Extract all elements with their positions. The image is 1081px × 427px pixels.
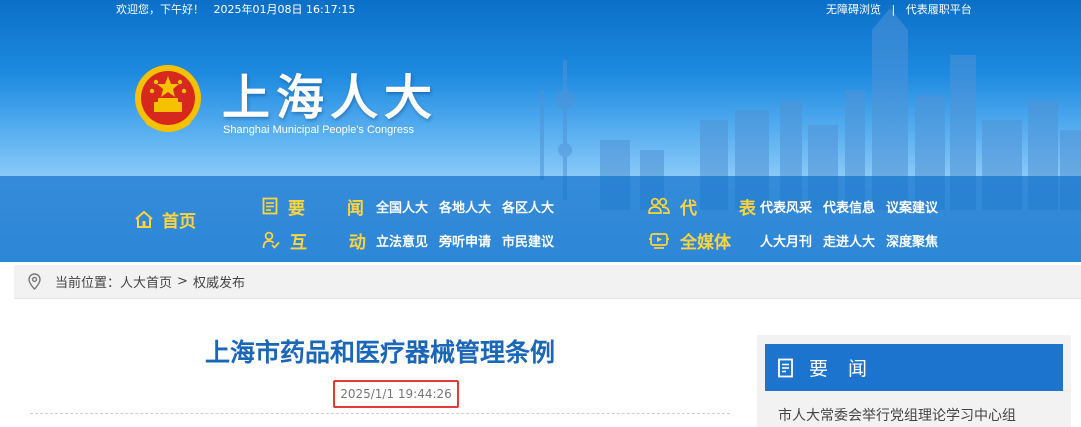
nav-home[interactable]: 首页 [134,207,196,232]
nav-home-label: 首页 [162,211,196,232]
side-panel-title: 要 闻 [809,358,875,380]
site-logo-subtitle: Shanghai Municipal People's Congress [223,124,415,136]
side-panel-header[interactable]: 要 闻 [765,344,1063,391]
nav-deputies[interactable]: 代 表 [648,195,774,219]
deputy-platform-link[interactable]: 代表履职平台 [906,3,972,16]
interaction-icon [262,231,280,249]
nav-media[interactable]: 全媒体 [648,229,731,253]
national-emblem-logo[interactable] [132,62,204,138]
location-pin-icon [28,273,41,290]
site-logo-title[interactable]: 上海人大 [222,72,482,124]
nav-news[interactable]: 要 闻 [262,195,382,219]
breadcrumb-home-link[interactable]: 人大首页 [120,272,172,291]
nav-link-in-depth[interactable]: 深度聚焦 [886,231,938,250]
nav-link-visit-npc[interactable]: 走进人大 [823,231,875,250]
accessibility-link[interactable]: 无障碍浏览 [826,3,881,16]
breadcrumb-current-link[interactable]: 权威发布 [193,272,245,291]
home-icon [135,210,153,228]
nav-link-legislative-opinions[interactable]: 立法意见 [376,231,428,250]
document-icon [778,358,793,377]
breadcrumb-prefix: 当前位置： [55,276,121,291]
nav-link-deputy-info[interactable]: 代表信息 [823,197,875,216]
breadcrumb: 当前位置： 人大首页 > 权威发布 [14,265,1081,299]
nav-media-label: 全媒体 [680,232,731,253]
nav-link-national-npc[interactable]: 全国人大 [376,197,428,216]
article-publish-date: 2025/1/1 19:44:26 [333,380,459,408]
breadcrumb-separator: > [177,274,188,289]
top-links: 无障碍浏览 | 代表履职平台 [826,0,972,20]
article-divider [30,413,730,414]
nav-link-district-npc[interactable]: 各区人大 [502,197,554,216]
link-separator: | [891,3,896,16]
nav-link-local-npc[interactable]: 各地人大 [439,197,491,216]
side-news-item[interactable]: 市人大常委会举行党组理论学习中心组 [778,405,1068,425]
nav-news-label: 要 闻 [288,198,382,219]
top-info-bar: 欢迎您，下午好！ 2025年01月08日 16:17:15 无障碍浏览 | 代表… [0,0,1081,20]
document-icon [262,197,278,215]
nav-interaction[interactable]: 互 动 [262,229,384,253]
nav-link-monthly-magazine[interactable]: 人大月刊 [760,231,812,250]
media-icon [649,233,669,249]
nav-link-citizen-suggestions[interactable]: 市民建议 [502,231,554,250]
nav-deputies-links: 代表风采 代表信息 议案建议 [760,195,949,217]
nav-interaction-label: 互 动 [290,232,384,253]
nav-interaction-links: 立法意见 旁听申请 市民建议 [376,229,565,251]
current-datetime: 2025年01月08日 16:17:15 [213,3,356,16]
people-icon [648,197,670,214]
nav-media-links: 人大月刊 走进人大 深度聚焦 [760,229,949,251]
nav-link-hearing-application[interactable]: 旁听申请 [439,231,491,250]
greeting-text: 欢迎您，下午好！ 2025年01月08日 16:17:15 [116,0,361,20]
greeting-label: 欢迎您，下午好！ [116,3,204,16]
nav-link-deputy-profiles[interactable]: 代表风采 [760,197,812,216]
nav-news-links: 全国人大 各地人大 各区人大 [376,195,565,217]
nav-link-motions[interactable]: 议案建议 [886,197,938,216]
article-title: 上海市药品和医疗器械管理条例 [204,338,555,367]
